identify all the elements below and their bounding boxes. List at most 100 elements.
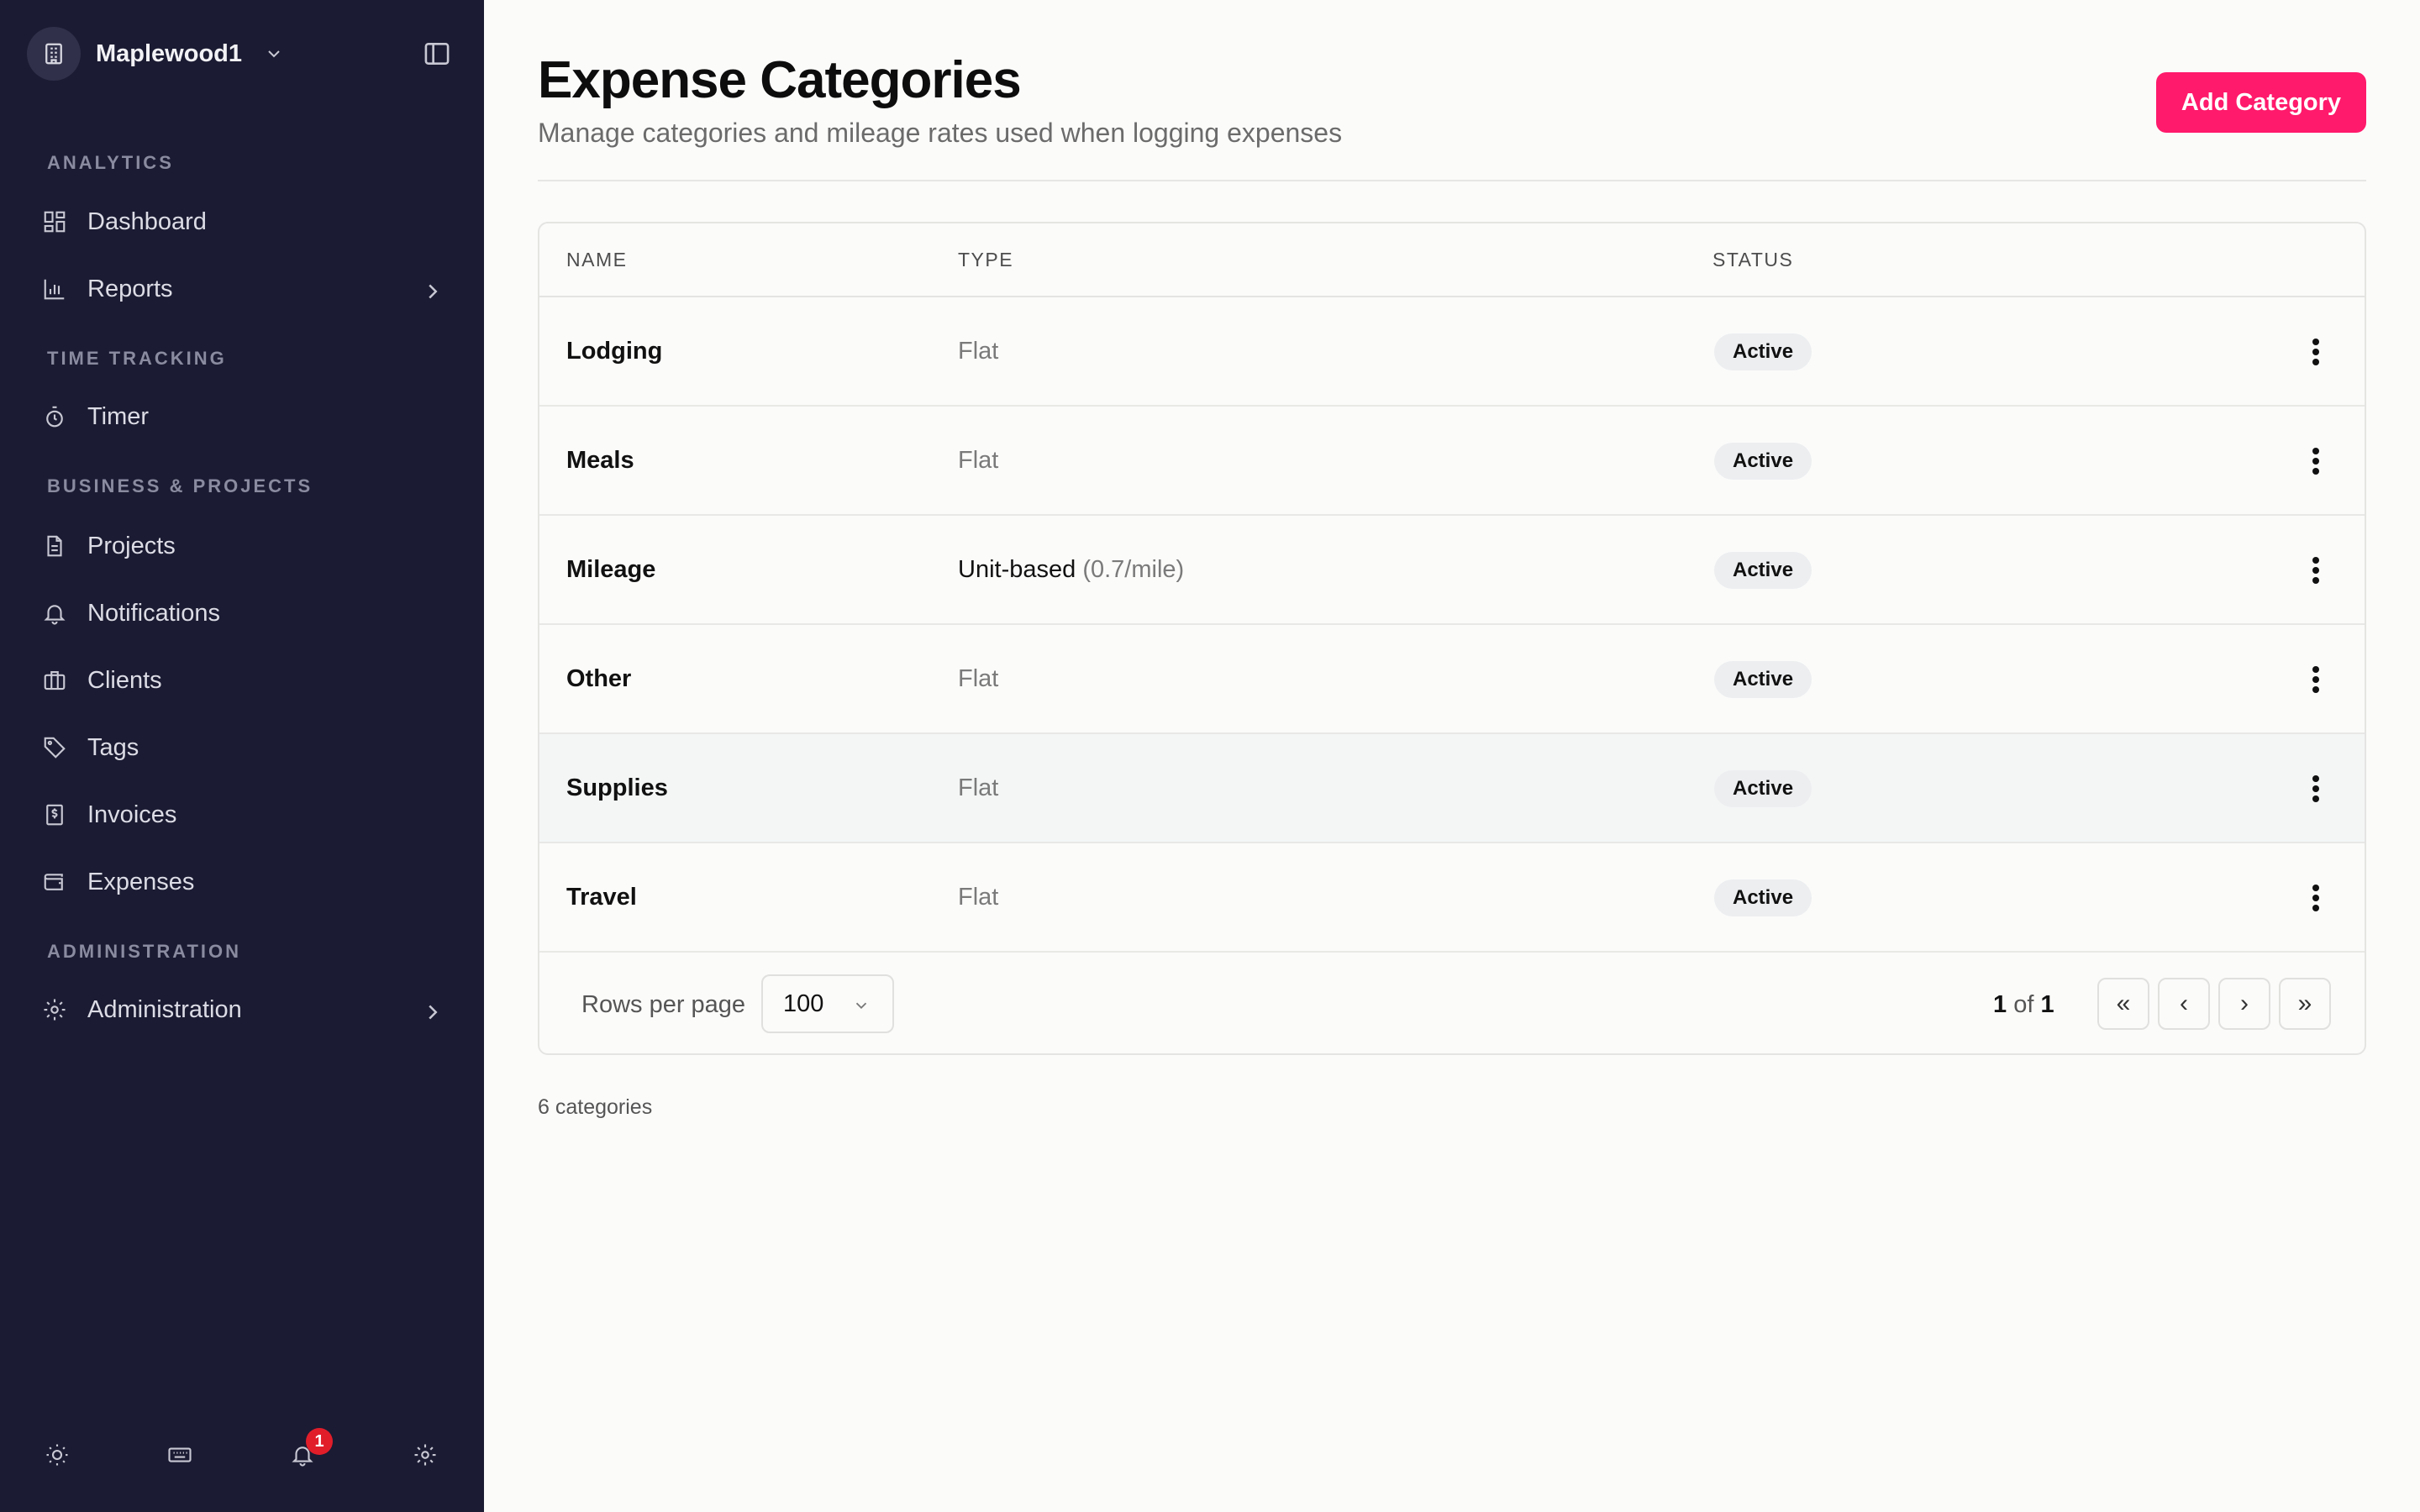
workspace-switcher[interactable]: Maplewood1 — [27, 27, 284, 81]
chevron-down-icon — [855, 1002, 867, 1010]
sidebar-item-dashboard[interactable]: Dashboard — [34, 195, 450, 249]
wallet-icon — [44, 874, 63, 890]
page-title: Expense Categories — [538, 51, 1022, 109]
page-subtitle: Manage categories and mileage rates used… — [538, 118, 1343, 148]
sidebar-item-clients[interactable]: Clients — [34, 654, 450, 707]
building-icon — [27, 27, 81, 81]
rows-per-page-select[interactable]: 100 — [761, 974, 894, 1033]
rows-per-page-label: Rows per page — [581, 991, 746, 1018]
table-row[interactable]: Travel Flat Active — [539, 843, 2365, 953]
keyboard-icon[interactable] — [163, 1438, 197, 1472]
settings-gear-icon[interactable] — [408, 1438, 442, 1472]
invoice-icon — [46, 804, 63, 826]
sidebar-item-notifications[interactable]: Notifications — [34, 586, 450, 640]
category-type: Flat — [958, 665, 998, 693]
sun-icon[interactable] — [40, 1438, 74, 1472]
table-pagination: Rows per page 100 1 of 1 « ‹ › » — [539, 953, 2365, 1053]
table-header: NAME TYPE STATUS — [539, 223, 2365, 297]
status-badge: Active — [1714, 333, 1812, 370]
sidebar-item-reports[interactable]: Reports — [34, 262, 450, 316]
sidebar-footer: 1 — [0, 1428, 484, 1482]
table-row[interactable]: Lodging Flat Active — [539, 297, 2365, 407]
add-category-button[interactable]: Add Category — [2156, 72, 2366, 133]
page-current: 1 — [1993, 991, 2007, 1018]
page-of: of — [2013, 991, 2034, 1018]
more-options-icon[interactable] — [2309, 881, 2323, 915]
more-options-icon[interactable] — [2309, 335, 2323, 369]
header-divider — [538, 180, 2366, 181]
chevron-right-icon — [429, 1005, 438, 1020]
category-name: Meals — [566, 447, 634, 474]
sidebar-item-timer[interactable]: Timer — [34, 390, 450, 444]
notification-badge: 1 — [306, 1428, 333, 1455]
previous-page-button[interactable]: ‹ — [2158, 978, 2210, 1030]
page-indicator: 1 of 1 — [1993, 991, 2054, 1019]
sidebar-item-expenses[interactable]: Expenses — [34, 855, 450, 909]
type-label: Flat — [958, 338, 999, 365]
sidebar-item-label: Administration — [87, 995, 242, 1023]
type-rate: (0.7/mile) — [1082, 556, 1185, 583]
workspace-name: Maplewood1 — [96, 39, 243, 67]
dashboard-icon — [44, 211, 66, 233]
category-type: Flat — [958, 884, 998, 911]
status-badge: Active — [1714, 443, 1812, 480]
sidebar-item-label: Clients — [87, 666, 162, 694]
category-count: 6 categories — [538, 1095, 653, 1119]
notifications-bell-icon[interactable]: 1 — [286, 1428, 333, 1472]
more-options-icon[interactable] — [2309, 772, 2323, 806]
more-options-icon[interactable] — [2309, 444, 2323, 478]
section-analytics: ANALYTICS — [47, 152, 174, 173]
page-total: 1 — [2040, 991, 2054, 1018]
rows-per-page-value: 100 — [783, 990, 824, 1017]
next-page-button[interactable]: › — [2218, 978, 2270, 1030]
table-row[interactable]: Meals Flat Active — [539, 407, 2365, 516]
sidebar-item-projects[interactable]: Projects — [34, 519, 450, 573]
status-badge: Active — [1714, 661, 1812, 698]
category-name: Mileage — [566, 556, 656, 583]
last-page-button[interactable]: » — [2279, 978, 2331, 1030]
column-header-status[interactable]: STATUS — [1712, 249, 1793, 271]
type-label: Unit-based — [958, 556, 1076, 583]
briefcase-icon — [44, 670, 66, 690]
table-row[interactable]: Other Flat Active — [539, 625, 2365, 734]
type-label: Flat — [958, 884, 999, 911]
categories-table: NAME TYPE STATUS Lodging Flat Active Mea… — [538, 222, 2366, 1055]
table-row[interactable]: Mileage Unit-based (0.7/mile) Active — [539, 516, 2365, 625]
more-options-icon[interactable] — [2309, 554, 2323, 587]
sidebar-item-label: Invoices — [87, 801, 177, 828]
tag-icon — [44, 737, 66, 759]
category-type: Flat — [958, 338, 998, 365]
main-content: Expense Categories Manage categories and… — [538, 0, 2366, 1512]
type-label: Flat — [958, 774, 999, 801]
column-header-name[interactable]: NAME — [566, 249, 627, 271]
bar-chart-icon — [44, 279, 65, 300]
sidebar: Maplewood1 ANALYTICS Dashboard Reports T… — [0, 0, 484, 1512]
section-business-projects: BUSINESS & PROJECTS — [47, 475, 313, 496]
bell-icon — [44, 605, 66, 625]
more-options-icon[interactable] — [2309, 663, 2323, 696]
sidebar-item-tags[interactable]: Tags — [34, 721, 450, 774]
sidebar-item-label: Timer — [87, 402, 150, 430]
first-page-button[interactable]: « — [2097, 978, 2149, 1030]
sidebar-item-label: Tags — [87, 733, 139, 761]
sidebar-item-label: Reports — [87, 275, 173, 302]
sidebar-item-label: Projects — [87, 532, 176, 559]
category-name: Other — [566, 665, 632, 692]
chevron-right-icon — [429, 284, 438, 299]
sidebar-item-administration[interactable]: Administration — [34, 983, 450, 1037]
category-type: Flat — [958, 447, 998, 475]
stopwatch-icon — [46, 406, 63, 428]
sidebar-item-label: Dashboard — [87, 207, 207, 235]
document-icon — [47, 535, 62, 557]
column-header-type[interactable]: TYPE — [958, 249, 1013, 271]
category-name: Travel — [566, 884, 637, 911]
status-badge: Active — [1714, 770, 1812, 807]
sidebar-toggle-icon[interactable] — [422, 40, 452, 67]
category-type: Unit-based (0.7/mile) — [958, 556, 1184, 584]
category-name: Supplies — [566, 774, 668, 801]
table-row[interactable]: Supplies Flat Active — [539, 734, 2365, 843]
category-name: Lodging — [566, 338, 663, 365]
type-label: Flat — [958, 447, 999, 474]
section-time-tracking: TIME TRACKING — [47, 348, 227, 369]
sidebar-item-invoices[interactable]: Invoices — [34, 788, 450, 842]
